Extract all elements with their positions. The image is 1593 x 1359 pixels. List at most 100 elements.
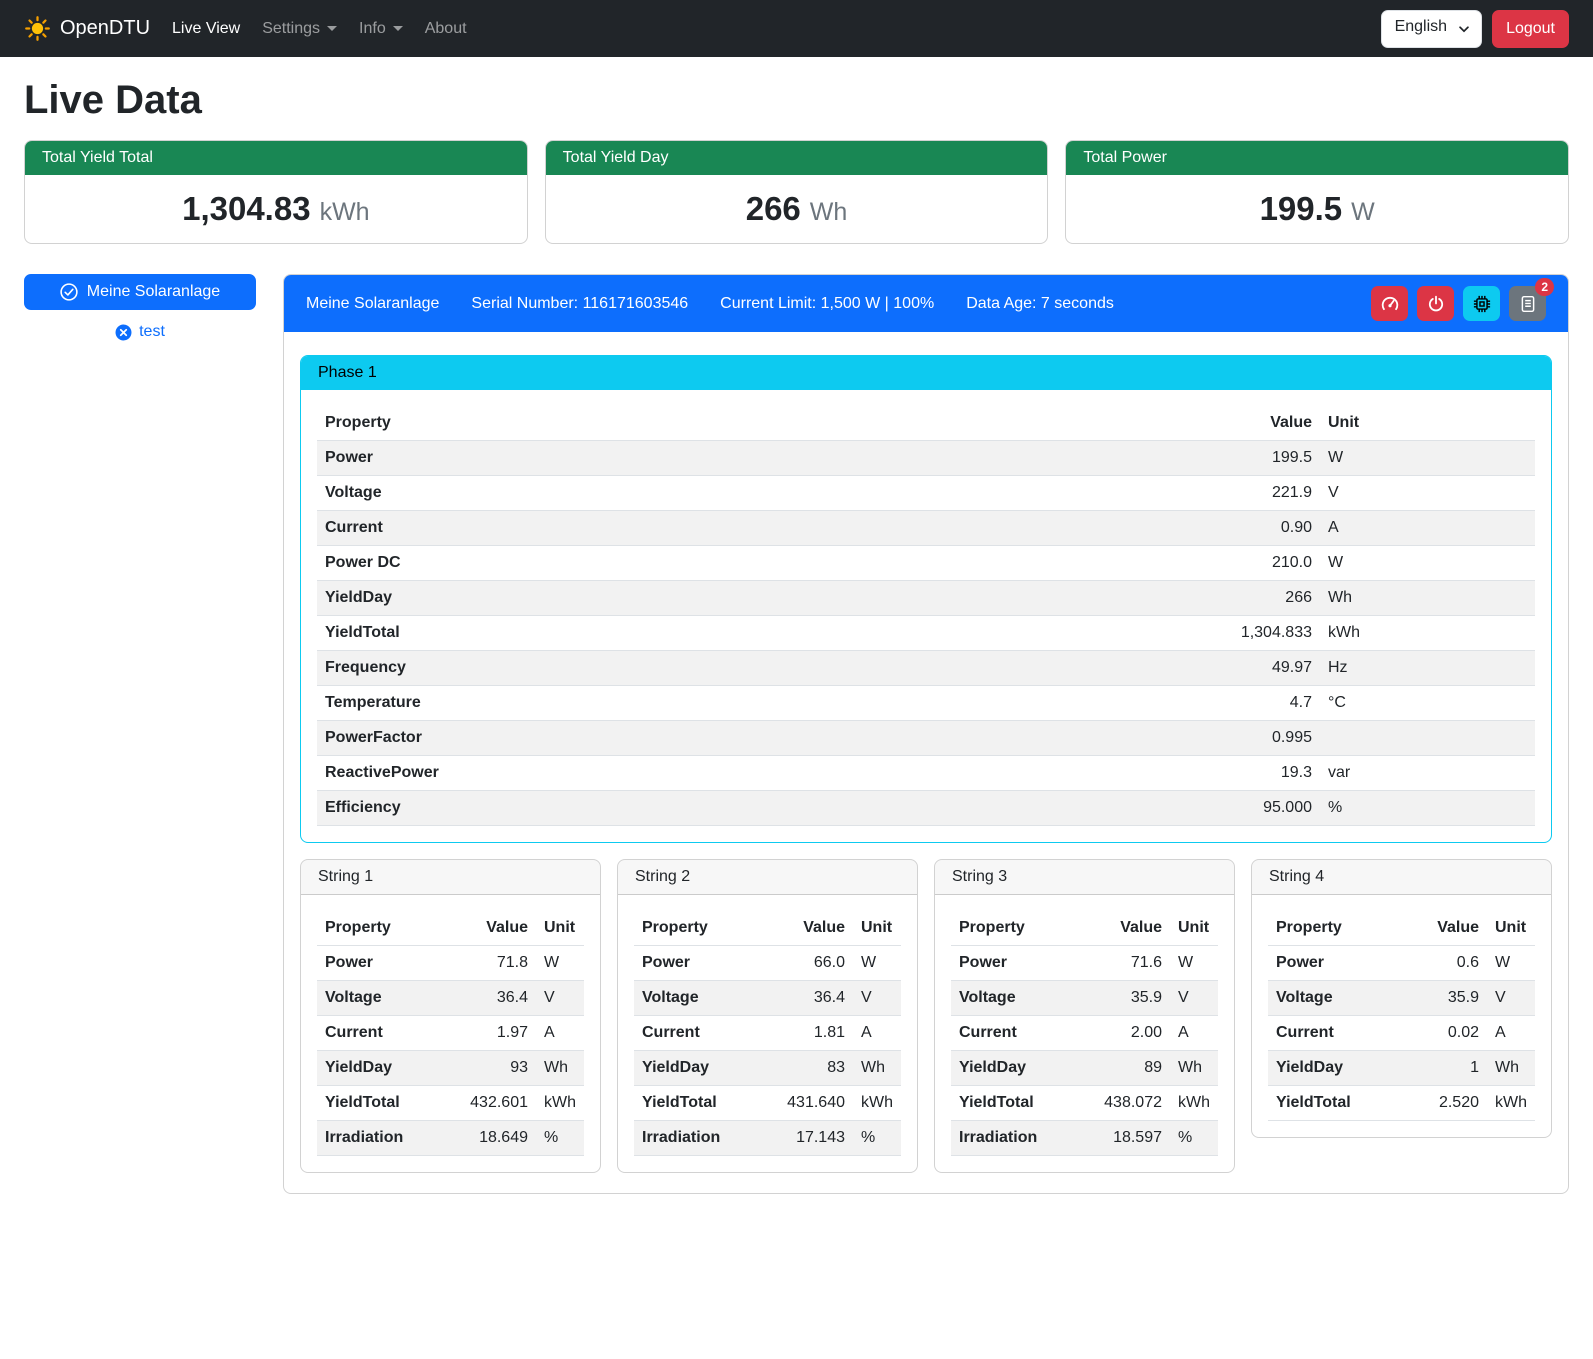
strings-row: String 1 Property Value Unit Power 71.8 … — [300, 859, 1552, 1173]
value-cell: 66.0 — [757, 946, 853, 981]
table-header-row: Property Value Unit — [1268, 911, 1535, 946]
column-header-unit: Unit — [853, 911, 901, 946]
power-button[interactable] — [1417, 286, 1454, 321]
value-cell: 35.9 — [1074, 981, 1170, 1016]
summary-unit: W — [1351, 198, 1375, 226]
unit-cell: A — [1170, 1016, 1218, 1051]
value-cell: 0.90 — [917, 511, 1320, 546]
property-cell: Irradiation — [634, 1121, 757, 1156]
sidebar-inverter-button[interactable]: Meine Solaranlage — [24, 274, 256, 310]
unit-cell: A — [1487, 1016, 1535, 1051]
unit-cell: V — [536, 981, 584, 1016]
string-table: Property Value Unit Power 66.0 W Voltage… — [634, 911, 901, 1156]
event-log-button[interactable]: 2 — [1509, 286, 1546, 321]
summary-card: Total Yield Total 1,304.83kWh — [24, 140, 528, 244]
unit-cell: Wh — [536, 1051, 584, 1086]
property-cell: YieldDay — [951, 1051, 1074, 1086]
summary-card-title: Total Yield Total — [25, 141, 527, 175]
event-count-badge: 2 — [1535, 278, 1554, 296]
table-row: Power 71.8 W — [317, 946, 584, 981]
table-row: Irradiation 17.143 % — [634, 1121, 901, 1156]
property-cell: Power — [317, 946, 440, 981]
property-cell: YieldTotal — [317, 1086, 440, 1121]
power-icon — [1427, 295, 1445, 313]
string-card-title: String 1 — [301, 860, 600, 895]
check-circle-icon — [60, 283, 78, 301]
property-cell: Voltage — [634, 981, 757, 1016]
unit-cell: W — [853, 946, 901, 981]
phase-table: Property Value Unit Power 199.5 W Voltag… — [317, 406, 1535, 826]
summary-value: 266 — [746, 190, 801, 227]
inverter-actions: 2 — [1371, 286, 1546, 321]
unit-cell: % — [1170, 1121, 1218, 1156]
string-table: Property Value Unit Power 71.8 W Voltage… — [317, 911, 584, 1156]
unit-cell: Wh — [1320, 581, 1535, 616]
property-cell: YieldDay — [317, 1051, 440, 1086]
cpu-icon — [1473, 295, 1491, 313]
table-row: Voltage 35.9 V — [951, 981, 1218, 1016]
table-row: Voltage 36.4 V — [634, 981, 901, 1016]
column-header-value: Value — [1074, 911, 1170, 946]
unit-cell: kWh — [853, 1086, 901, 1121]
value-cell: 1.97 — [440, 1016, 536, 1051]
inverter-name: Meine Solaranlage — [306, 295, 439, 313]
nav-live-view[interactable]: Live View — [164, 12, 248, 46]
property-cell: Power — [317, 441, 917, 476]
table-row: Current 1.97 A — [317, 1016, 584, 1051]
value-cell: 266 — [917, 581, 1320, 616]
string-card-body: Property Value Unit Power 66.0 W Voltage… — [618, 895, 917, 1172]
unit-cell: % — [853, 1121, 901, 1156]
value-cell: 2.520 — [1402, 1086, 1487, 1121]
property-cell: Voltage — [317, 981, 440, 1016]
property-cell: Power — [951, 946, 1074, 981]
brand[interactable]: OpenDTU — [24, 15, 150, 42]
nav-about-label: About — [425, 20, 467, 38]
chevron-down-icon — [393, 26, 403, 31]
unit-cell: % — [1320, 791, 1535, 826]
summary-unit: Wh — [810, 198, 848, 226]
nav-info-label: Info — [359, 20, 386, 38]
unit-cell: V — [1170, 981, 1218, 1016]
inverter-sidebar: Meine Solaranlage test — [24, 274, 256, 341]
table-row: ReactivePower 19.3 var — [317, 756, 1535, 791]
unit-cell: W — [1320, 546, 1535, 581]
string-card-title: String 4 — [1252, 860, 1551, 895]
nav-info[interactable]: Info — [351, 12, 411, 46]
value-cell: 221.9 — [917, 476, 1320, 511]
string-card: String 3 Property Value Unit Power 71.6 … — [934, 859, 1235, 1173]
value-cell: 1 — [1402, 1051, 1487, 1086]
table-row: Power 66.0 W — [634, 946, 901, 981]
property-cell: YieldTotal — [951, 1086, 1074, 1121]
column-header-property: Property — [634, 911, 757, 946]
summary-card-title: Total Yield Day — [546, 141, 1048, 175]
sidebar-item-test[interactable]: test — [24, 323, 256, 341]
property-cell: Voltage — [951, 981, 1074, 1016]
x-circle-icon — [115, 324, 132, 341]
unit-cell: kWh — [1170, 1086, 1218, 1121]
summary-value: 1,304.83 — [182, 190, 310, 227]
nav-settings[interactable]: Settings — [254, 12, 345, 46]
nav-about[interactable]: About — [417, 12, 475, 46]
logout-button[interactable]: Logout — [1492, 10, 1569, 48]
limit-settings-button[interactable] — [1371, 286, 1408, 321]
device-info-button[interactable] — [1463, 286, 1500, 321]
table-header-row: Property Value Unit — [317, 911, 584, 946]
property-cell: PowerFactor — [317, 721, 917, 756]
value-cell: 4.7 — [917, 686, 1320, 721]
phase-card: Phase 1 Property Value Unit Power — [300, 355, 1552, 843]
language-select[interactable]: English — [1381, 10, 1482, 48]
string-table: Property Value Unit Power 71.6 W Voltage… — [951, 911, 1218, 1156]
speedometer-icon — [1381, 295, 1399, 313]
value-cell: 83 — [757, 1051, 853, 1086]
summary-card-body: 266 Wh — [546, 175, 1048, 243]
table-row: Voltage 221.9 V — [317, 476, 1535, 511]
nav-settings-label: Settings — [262, 20, 320, 38]
table-row: Power 199.5 W — [317, 441, 1535, 476]
unit-cell: % — [536, 1121, 584, 1156]
value-cell: 49.97 — [917, 651, 1320, 686]
value-cell: 95.000 — [917, 791, 1320, 826]
table-row: YieldDay 93 Wh — [317, 1051, 584, 1086]
string-card-title: String 2 — [618, 860, 917, 895]
unit-cell: V — [1320, 476, 1535, 511]
string-table: Property Value Unit Power 0.6 W Voltage … — [1268, 911, 1535, 1121]
